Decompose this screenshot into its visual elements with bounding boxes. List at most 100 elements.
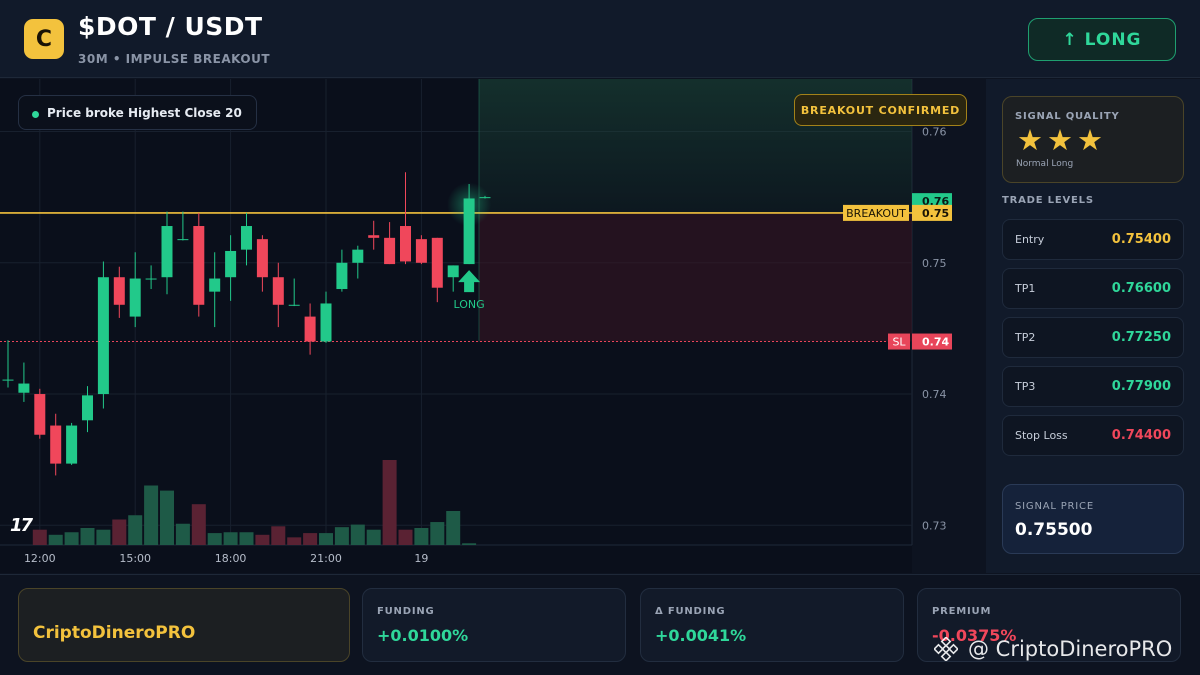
- delta-funding-label: Δ FUNDING: [655, 606, 726, 617]
- candle-body: [352, 249, 364, 263]
- trade-level-row: Stop Loss 0.74400: [1002, 415, 1184, 456]
- candle-body: [161, 226, 173, 278]
- pair-title: $DOT / USDT: [78, 12, 263, 41]
- candle-body: [320, 303, 332, 342]
- delta-funding-card: Δ FUNDING +0.0041%: [640, 588, 904, 662]
- trade-level-value: 0.74400: [1111, 428, 1171, 443]
- x-tick-label: 15:00: [119, 552, 151, 565]
- breakout-tag-label: BREAKOUT: [846, 207, 906, 220]
- trade-level-name: TP3: [1015, 380, 1036, 393]
- tradingview-logo[interactable]: 17: [10, 515, 33, 536]
- sidebar: SIGNAL QUALITY ★★★ Normal Long TRADE LEV…: [986, 79, 1200, 573]
- long-signal-label: LONG: [454, 298, 485, 311]
- trade-level-name: TP2: [1015, 331, 1036, 344]
- price-chart[interactable]: 0.76 0.75 0.74 0.73 12:00 15:00 18:00 21:00 19 L…: [0, 79, 985, 573]
- x-tick-label: 18:00: [215, 552, 247, 565]
- brand-name: CriptoDineroPRO: [33, 623, 196, 643]
- y-tick-label: 0.73: [922, 519, 947, 532]
- candle-body: [113, 277, 125, 305]
- sl-price-tag: 0.74: [922, 336, 949, 349]
- signal-price-card: SIGNAL PRICE 0.75500: [1002, 484, 1184, 554]
- candle-body: [82, 395, 93, 421]
- candle-body: [66, 425, 78, 464]
- volume-bar: [223, 532, 238, 545]
- candle-body: [193, 226, 205, 305]
- volume-bar: [350, 524, 365, 545]
- signal-quality-desc: Normal Long: [1016, 159, 1074, 169]
- volume-bar: [382, 460, 397, 545]
- candle-body: [447, 265, 459, 278]
- volume-bar: [128, 515, 143, 545]
- volume-bar: [175, 523, 190, 545]
- volume-bar: [191, 504, 206, 545]
- volume-bar: [366, 529, 381, 545]
- breakout-info-pill: Price broke Highest Close 20: [18, 95, 257, 130]
- x-tick-label: 12:00: [24, 552, 56, 565]
- volume-bar: [334, 527, 349, 545]
- breakout-confirmed-badge: BREAKOUT CONFIRMED: [794, 94, 967, 126]
- trade-level-value: 0.77250: [1111, 330, 1171, 345]
- volume-bar: [462, 543, 477, 545]
- volume-bar: [271, 526, 286, 545]
- candle-body: [304, 316, 316, 342]
- candle-body: [97, 277, 109, 395]
- status-dot: [32, 111, 39, 118]
- signal-quality-card: SIGNAL QUALITY ★★★ Normal Long: [1002, 96, 1184, 183]
- volume-bar: [446, 511, 461, 545]
- volume-bar: [112, 519, 127, 545]
- volume-bar: [430, 522, 445, 545]
- volume-bar: [96, 529, 111, 545]
- candlestick-chart[interactable]: 0.76 0.75 0.74 0.73 12:00 15:00 18:00 21:00 19 L…: [0, 79, 985, 573]
- candle-body: [145, 278, 157, 280]
- pair-subtitle: 30M • IMPULSE BREAKOUT: [78, 52, 271, 66]
- volume-bar: [64, 532, 79, 545]
- breakout-info-text: Price broke Highest Close 20: [47, 105, 242, 120]
- volume-bar: [160, 490, 174, 545]
- volume-bar: [239, 532, 254, 545]
- candle-body: [400, 226, 411, 262]
- volume-bar: [207, 533, 222, 545]
- premium-label: PREMIUM: [932, 606, 992, 617]
- price-axis-bg: [912, 79, 985, 573]
- candle-body: [272, 277, 284, 305]
- candle-body: [177, 239, 189, 241]
- watermark: @ CriptoDineroPRO: [934, 634, 1172, 664]
- breakout-price-tag: 0.75: [922, 207, 949, 220]
- candle-body: [415, 239, 427, 263]
- trade-level-value: 0.75400: [1111, 232, 1171, 247]
- candle-body: [368, 235, 380, 238]
- volume-bar: [287, 537, 302, 545]
- volume-bar: [80, 528, 95, 545]
- trade-level-name: Entry: [1015, 233, 1045, 246]
- volume-bar: [48, 534, 63, 545]
- trade-level-row: Entry 0.75400: [1002, 219, 1184, 260]
- long-button[interactable]: ↑ LONG: [1028, 18, 1176, 61]
- binance-logo-icon: [934, 637, 958, 661]
- y-tick-label: 0.76: [922, 126, 947, 139]
- x-tick-label: 19: [414, 552, 428, 565]
- y-tick-label: 0.74: [922, 388, 947, 401]
- signal-quality-label: SIGNAL QUALITY: [1015, 111, 1120, 122]
- candle-body: [336, 262, 348, 290]
- signal-price-label: SIGNAL PRICE: [1015, 501, 1094, 512]
- watermark-text: @ CriptoDineroPRO: [968, 637, 1173, 661]
- trade-level-value: 0.76600: [1111, 281, 1171, 296]
- star-rating-icon: ★★★: [1017, 123, 1107, 157]
- trade-levels-title: TRADE LEVELS: [1002, 195, 1094, 206]
- y-tick-label: 0.75: [922, 257, 947, 270]
- signal-price-value: 0.75500: [1015, 520, 1093, 540]
- volume-bar: [144, 485, 159, 545]
- volume-bar: [414, 528, 429, 545]
- volume-bar: [255, 534, 270, 545]
- candle-body: [209, 278, 221, 292]
- candle-body: [384, 237, 396, 265]
- coin-logo: C: [24, 19, 64, 59]
- volume-bar: [398, 529, 413, 545]
- candle-body: [431, 237, 443, 288]
- trade-level-row: TP3 0.77900: [1002, 366, 1184, 407]
- candle-body: [288, 304, 300, 306]
- brand-card: CriptoDineroPRO: [18, 588, 350, 662]
- stop-loss-zone: [479, 212, 912, 342]
- candle-body: [2, 379, 14, 381]
- funding-card: FUNDING +0.0100%: [362, 588, 626, 662]
